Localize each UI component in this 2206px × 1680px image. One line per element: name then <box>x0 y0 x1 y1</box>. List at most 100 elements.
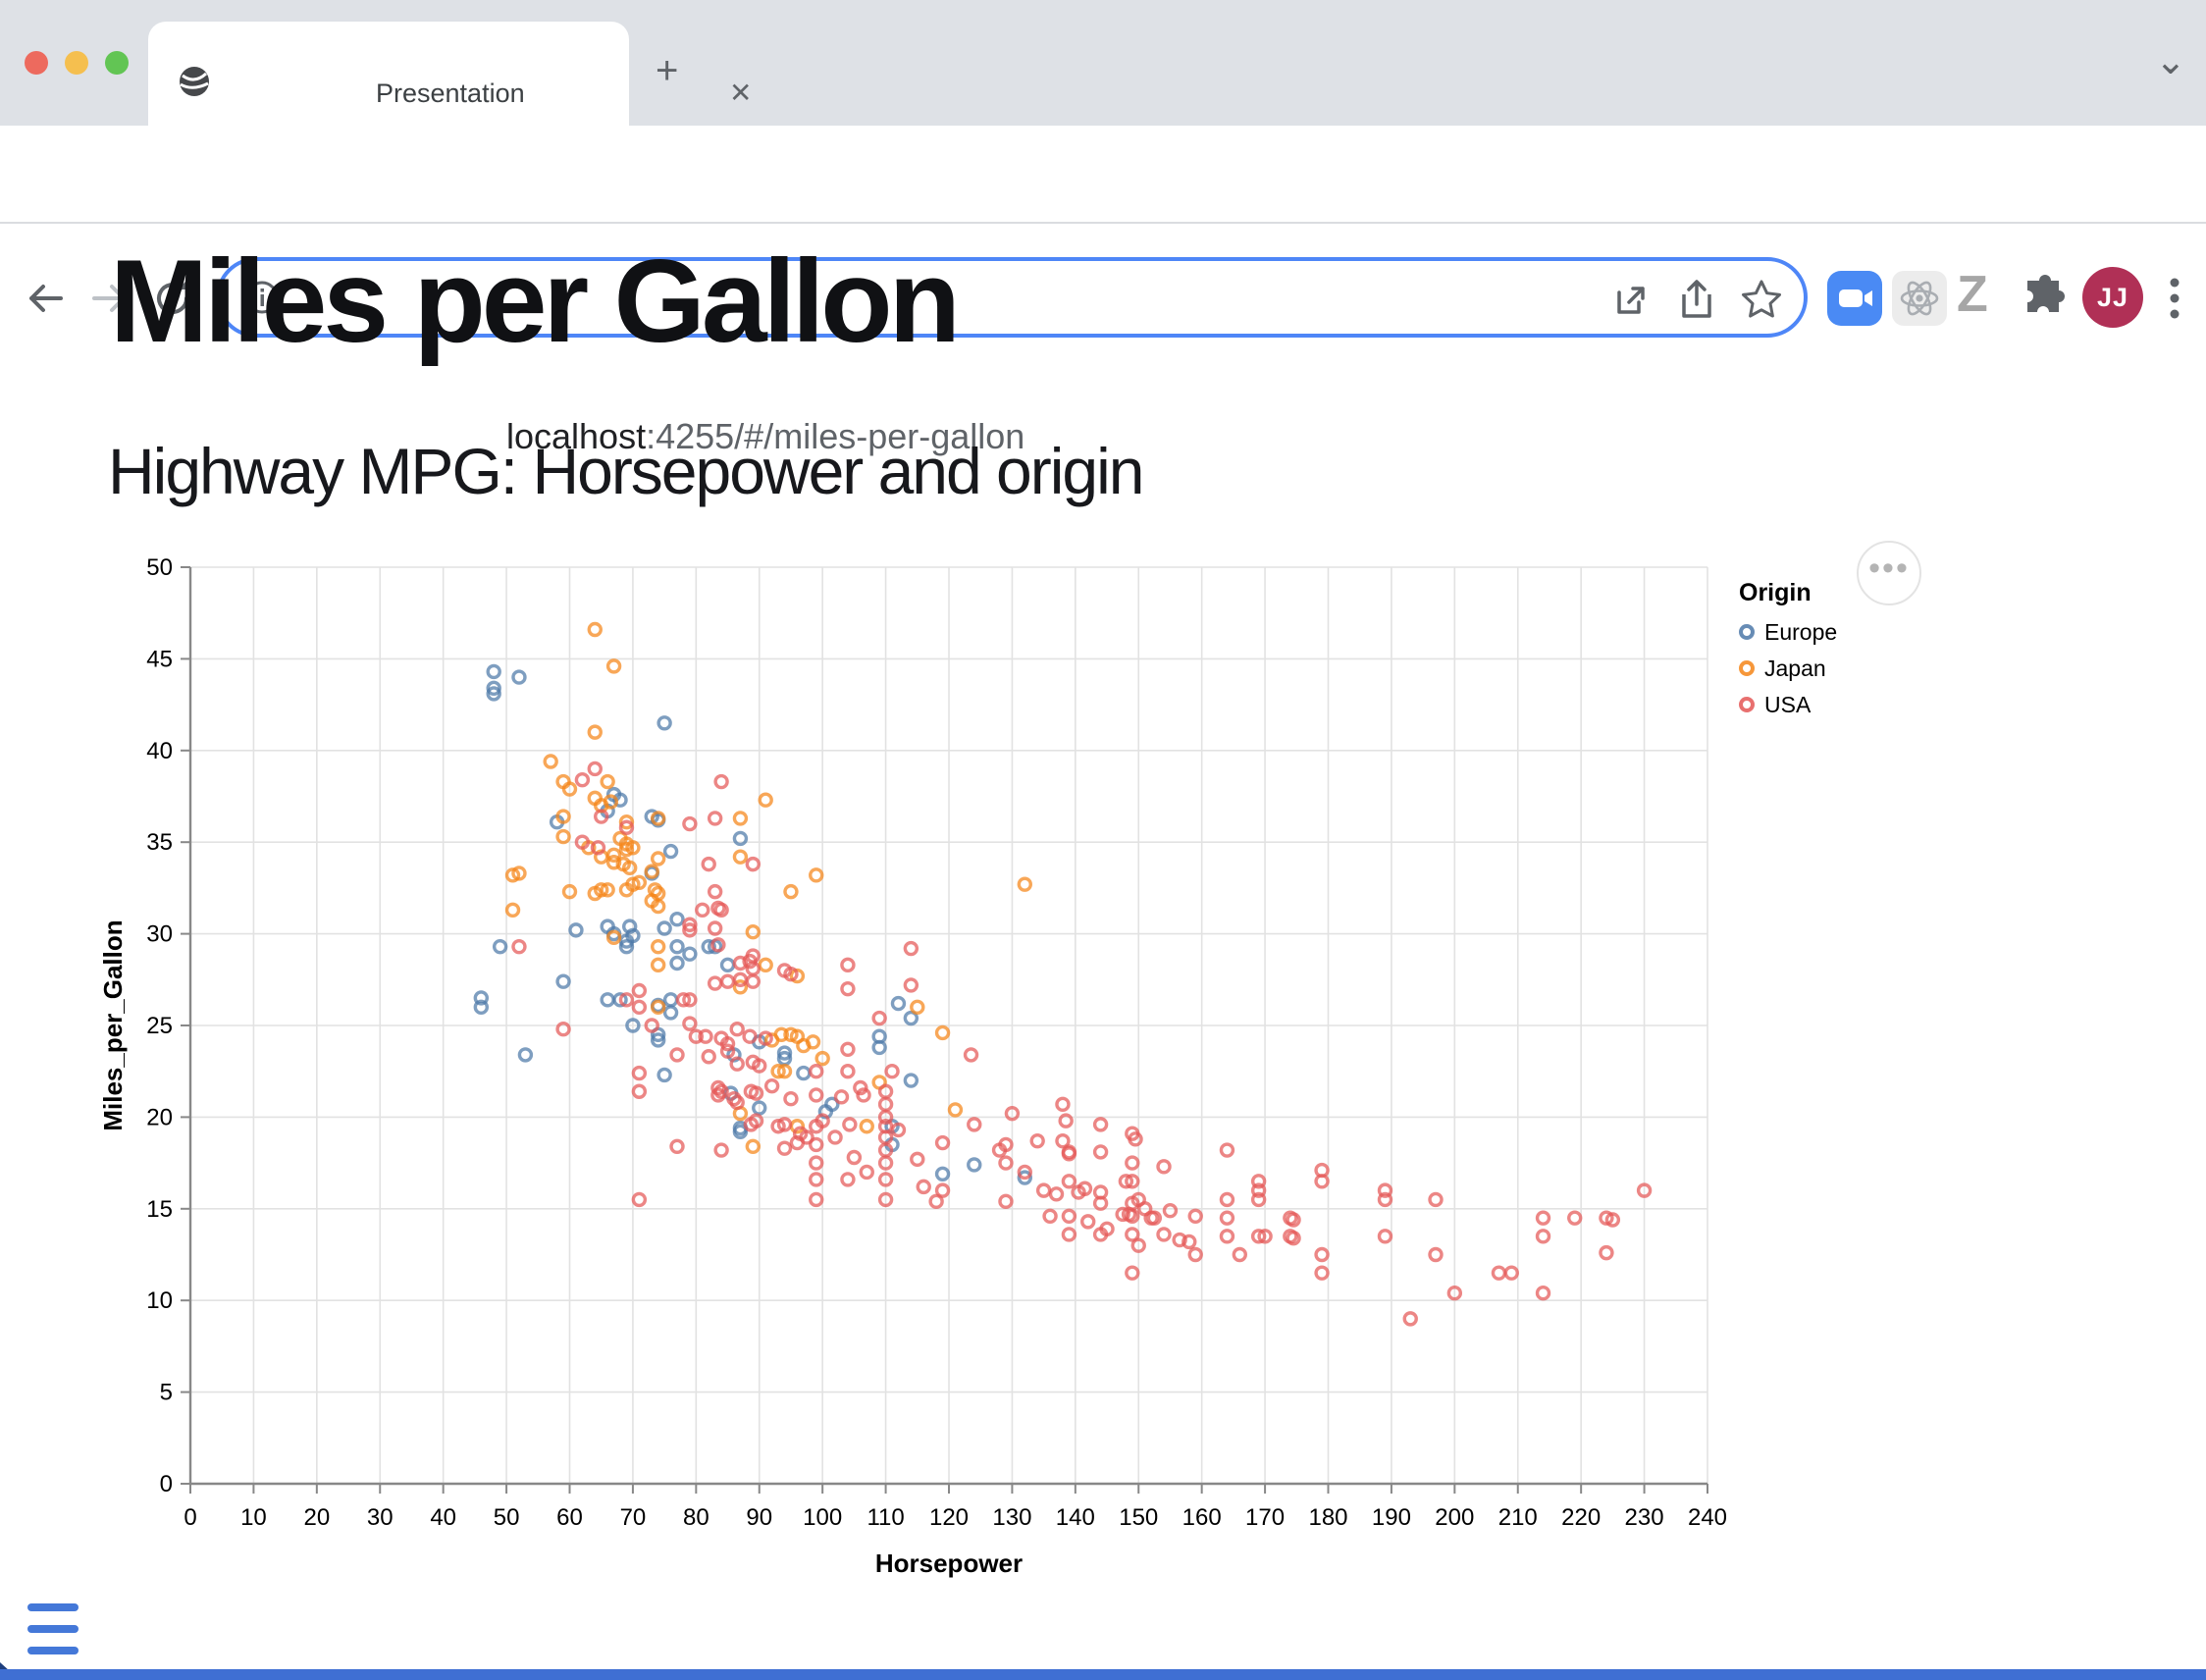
x-tick-label: 120 <box>929 1504 969 1531</box>
data-point-japan <box>747 926 759 938</box>
data-point-usa <box>1158 1161 1170 1173</box>
data-point-japan <box>811 869 822 881</box>
data-point-usa <box>703 859 714 870</box>
data-point-usa <box>1379 1231 1391 1242</box>
data-point-europe <box>905 1075 917 1086</box>
slide-menu-button[interactable] <box>27 1603 79 1668</box>
legend-item-japan: Japan <box>1739 656 1837 681</box>
data-point-usa <box>1000 1157 1012 1169</box>
data-point-europe <box>798 1068 810 1079</box>
data-point-europe <box>519 1049 531 1061</box>
data-point-usa <box>1051 1188 1063 1200</box>
y-tick-label: 30 <box>146 921 173 948</box>
data-point-japan <box>608 660 620 672</box>
x-tick-label: 10 <box>240 1504 267 1531</box>
data-point-usa <box>1430 1193 1442 1205</box>
data-point-usa <box>1063 1176 1075 1187</box>
data-point-japan <box>653 959 664 971</box>
data-point-usa <box>747 975 759 987</box>
chart-actions-button[interactable]: ••• <box>1857 541 1921 605</box>
x-tick-label: 110 <box>867 1504 904 1531</box>
data-point-europe <box>513 671 525 683</box>
data-point-usa <box>709 922 721 934</box>
data-point-europe <box>665 846 677 858</box>
data-point-europe <box>665 1007 677 1019</box>
data-point-usa <box>703 1051 714 1063</box>
data-point-usa <box>697 904 709 916</box>
legend-ring-icon <box>1739 697 1755 712</box>
y-tick-label: 10 <box>146 1287 173 1314</box>
data-point-japan <box>734 813 746 824</box>
data-point-usa <box>811 1174 822 1185</box>
legend-item-usa: USA <box>1739 692 1837 717</box>
data-point-usa <box>671 1140 683 1152</box>
y-tick-label: 50 <box>146 554 173 581</box>
data-point-japan <box>937 1026 949 1038</box>
y-axis-title: Miles_per_Gallon <box>98 919 128 1130</box>
data-point-usa <box>1569 1212 1581 1224</box>
data-point-usa <box>744 1030 756 1042</box>
x-tick-label: 60 <box>556 1504 583 1531</box>
legend-label: USA <box>1764 692 1811 718</box>
data-point-usa <box>709 813 721 824</box>
x-tick-label: 150 <box>1119 1504 1158 1531</box>
data-point-usa <box>747 859 759 870</box>
data-point-usa <box>1127 1267 1138 1279</box>
legend-ring-icon <box>1739 660 1755 676</box>
data-point-usa <box>811 1066 822 1077</box>
data-point-usa <box>715 776 727 788</box>
data-point-usa <box>1221 1231 1233 1242</box>
x-tick-label: 130 <box>992 1504 1031 1531</box>
data-point-usa <box>1057 1098 1069 1110</box>
data-point-usa <box>1221 1193 1233 1205</box>
data-point-europe <box>937 1168 949 1180</box>
x-tick-label: 50 <box>494 1504 520 1531</box>
data-point-usa <box>811 1138 822 1150</box>
data-point-usa <box>1538 1212 1549 1224</box>
data-point-usa <box>937 1137 949 1149</box>
data-point-europe <box>671 957 683 969</box>
y-tick-label: 25 <box>146 1013 173 1039</box>
data-point-europe <box>684 948 696 960</box>
data-point-usa <box>842 959 854 971</box>
data-point-japan <box>912 1001 923 1013</box>
x-tick-label: 200 <box>1435 1504 1474 1531</box>
x-tick-label: 220 <box>1561 1504 1601 1531</box>
data-point-usa <box>1189 1210 1201 1222</box>
data-point-usa <box>1505 1267 1517 1279</box>
x-tick-label: 210 <box>1498 1504 1538 1531</box>
data-point-usa <box>633 1068 645 1079</box>
data-point-usa <box>1234 1249 1245 1261</box>
data-point-usa <box>513 941 525 953</box>
y-tick-label: 45 <box>146 646 173 672</box>
chart-legend: Origin EuropeJapanUSA <box>1739 579 1837 728</box>
data-point-japan <box>760 959 771 971</box>
data-point-japan <box>653 853 664 865</box>
y-tick-label: 20 <box>146 1104 173 1130</box>
data-point-usa <box>684 818 696 830</box>
data-point-europe <box>488 665 499 677</box>
data-point-usa <box>633 985 645 997</box>
y-tick-label: 15 <box>146 1196 173 1223</box>
data-point-europe <box>557 975 569 987</box>
y-tick-label: 35 <box>146 829 173 856</box>
x-tick-label: 140 <box>1056 1504 1095 1531</box>
data-point-usa <box>1127 1157 1138 1169</box>
data-point-japan <box>760 794 771 806</box>
data-point-usa <box>1095 1119 1107 1130</box>
data-point-usa <box>1164 1205 1176 1217</box>
data-point-japan <box>734 851 746 863</box>
data-point-usa <box>633 1193 645 1205</box>
data-point-japan <box>507 904 519 916</box>
data-point-usa <box>1158 1229 1170 1240</box>
data-point-usa <box>873 1013 885 1024</box>
data-point-usa <box>722 975 734 987</box>
data-point-japan <box>653 941 664 953</box>
x-tick-label: 160 <box>1182 1504 1222 1531</box>
data-point-europe <box>495 941 506 953</box>
data-point-usa <box>633 1085 645 1097</box>
data-point-usa <box>684 1018 696 1029</box>
data-point-europe <box>892 998 904 1010</box>
scatter-chart-canvas[interactable]: 0102030405060708090100110120130140150160… <box>0 0 2206 1680</box>
data-point-usa <box>886 1066 898 1077</box>
